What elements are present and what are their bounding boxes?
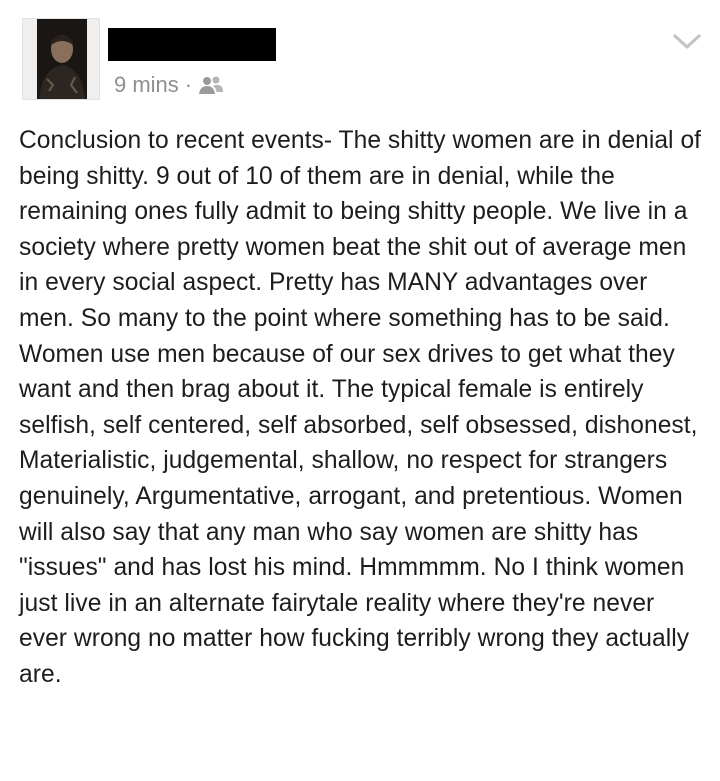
avatar[interactable]	[22, 18, 100, 100]
timestamp[interactable]: 9 mins	[114, 72, 179, 98]
meta-separator: ·	[184, 72, 193, 97]
post-meta: 9 mins ·	[114, 72, 224, 98]
friends-icon[interactable]	[198, 75, 224, 95]
post-header: 9 mins ·	[0, 0, 720, 110]
redacted-name	[108, 28, 276, 61]
post-text: Conclusion to recent events- The shitty …	[19, 127, 702, 688]
chevron-down-icon[interactable]	[672, 30, 702, 52]
